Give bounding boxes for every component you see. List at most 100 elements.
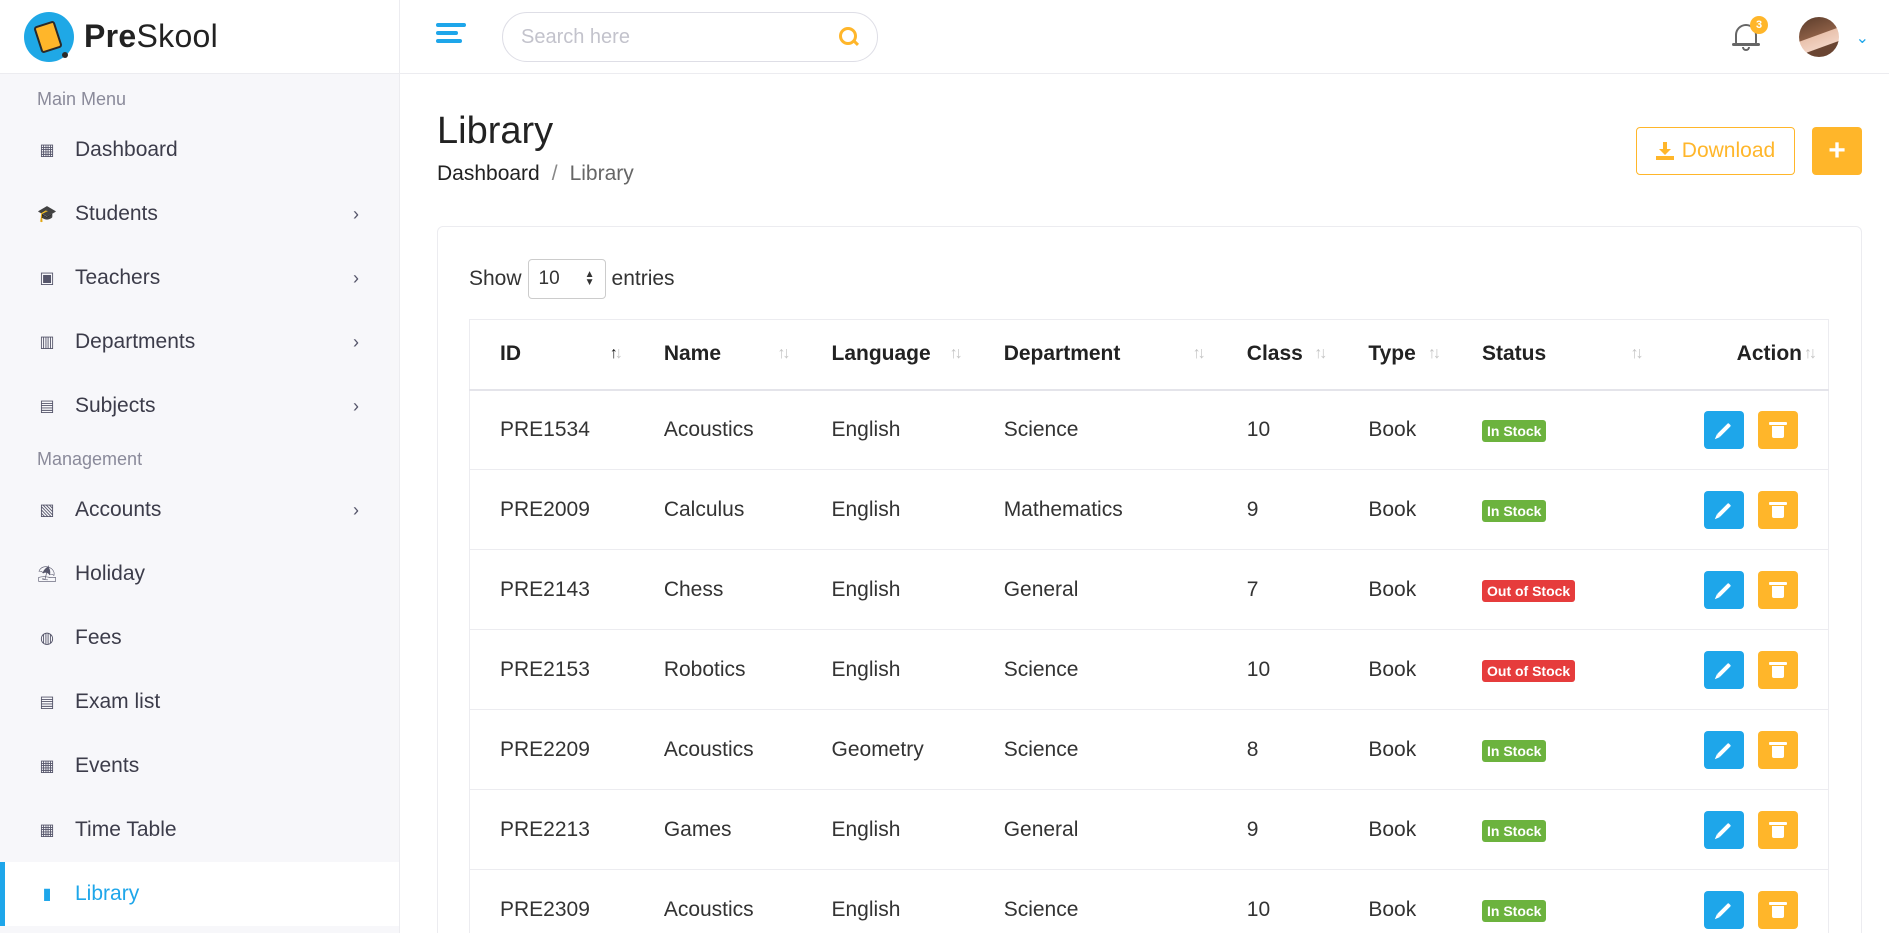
column-header-status[interactable]: Status ↑↓ xyxy=(1452,319,1655,391)
bell-icon[interactable]: 3 xyxy=(1732,16,1768,52)
status-badge: In Stock xyxy=(1482,499,1547,522)
sidebar-item-time-table[interactable]: ▦ Time Table xyxy=(0,798,399,862)
cell-name: Games xyxy=(633,789,802,870)
cell-type: Book xyxy=(1338,869,1452,933)
delete-button[interactable] xyxy=(1758,730,1798,769)
sidebar-item-students[interactable]: 🎓 Students › xyxy=(0,182,399,246)
sort-icon: ↑↓ xyxy=(1804,345,1817,362)
cell-language: Geometry xyxy=(801,709,974,790)
sidebar-item-label: Library xyxy=(75,882,140,905)
edit-button[interactable] xyxy=(1704,490,1744,529)
cell-id: PRE2009 xyxy=(469,469,634,550)
row-actions xyxy=(1685,890,1828,929)
sidebar-item-events[interactable]: ▦ Events xyxy=(0,734,399,798)
sidebar-item-teachers[interactable]: ▣ Teachers › xyxy=(0,246,399,310)
edit-button[interactable] xyxy=(1704,570,1744,609)
row-actions xyxy=(1685,810,1828,849)
cell-id: PRE2209 xyxy=(469,709,634,790)
sidebar-item-exam-list[interactable]: ▤ Exam list xyxy=(0,670,399,734)
sidebar-item-label: Accounts xyxy=(75,498,162,521)
search-input[interactable] xyxy=(521,25,839,49)
sidebar-item-subjects[interactable]: ▤ Subjects › xyxy=(0,374,399,438)
delete-button[interactable] xyxy=(1758,890,1798,929)
trash-icon xyxy=(1769,741,1787,758)
delete-button[interactable] xyxy=(1758,650,1798,689)
column-header-language[interactable]: Language ↑↓ xyxy=(801,319,974,391)
column-header-department[interactable]: Department ↑↓ xyxy=(973,319,1217,391)
column-header-action[interactable]: Action ↑↓ xyxy=(1654,319,1829,391)
fees-icon: ◍ xyxy=(40,630,54,647)
sort-icon: ↑↓ xyxy=(949,345,963,362)
sidebar-item-holiday[interactable]: ⛱ Holiday xyxy=(0,542,399,606)
edit-button[interactable] xyxy=(1704,810,1744,849)
cell-type: Book xyxy=(1338,709,1452,790)
cell-status: Out of Stock xyxy=(1452,549,1655,630)
cell-language: English xyxy=(801,869,974,933)
sidebar-item-label: Departments xyxy=(75,330,196,353)
brand[interactable]: PreSkool xyxy=(0,0,399,74)
row-actions xyxy=(1685,650,1828,689)
column-header-id[interactable]: ID ↑↓ xyxy=(469,319,634,391)
user-avatar[interactable] xyxy=(1799,17,1839,57)
add-book-button[interactable]: + xyxy=(1812,127,1862,175)
chevron-down-icon[interactable]: ⌄ xyxy=(1856,28,1869,48)
status-badge: In Stock xyxy=(1482,819,1547,842)
sidebar-item-library[interactable]: ▮ Library xyxy=(0,862,399,926)
chevron-right-icon: › xyxy=(353,331,359,352)
cell-department: Science xyxy=(973,869,1217,933)
delete-button[interactable] xyxy=(1758,810,1798,849)
breadcrumb: Dashboard / Library xyxy=(437,162,634,186)
download-button[interactable]: Download xyxy=(1636,127,1795,175)
column-header-label: Language xyxy=(831,342,931,366)
sidebar-item-fees[interactable]: ◍ Fees xyxy=(0,606,399,670)
table-row: PRE2143 Chess English General 7 Book Out of St… xyxy=(469,549,1829,630)
sidebar-item-label: Students xyxy=(75,202,158,225)
sidebar-item-dashboard[interactable]: ▦ Dashboard xyxy=(0,118,399,182)
sidebar-item-departments[interactable]: ▥ Departments › xyxy=(0,310,399,374)
column-header-class[interactable]: Class ↑↓ xyxy=(1216,319,1339,391)
table-row: PRE2213 Games English General 9 Book In Stock xyxy=(469,789,1829,870)
pencil-icon xyxy=(1716,422,1732,437)
library-book-icon: ▮ xyxy=(42,886,52,903)
delete-button[interactable] xyxy=(1758,570,1798,609)
cell-id: PRE1534 xyxy=(469,389,634,470)
delete-button[interactable] xyxy=(1758,490,1798,529)
cell-status: Out of Stock xyxy=(1452,629,1655,710)
column-header-type[interactable]: Type ↑↓ xyxy=(1338,319,1452,391)
menu-toggle-icon[interactable] xyxy=(436,23,466,51)
holiday-icon: ⛱ xyxy=(36,566,58,583)
sidebar-item-accounts[interactable]: ▧ Accounts › xyxy=(0,478,399,542)
preskool-logo-icon xyxy=(24,11,74,62)
show-label: Show xyxy=(469,267,522,290)
trash-icon xyxy=(1769,901,1787,918)
pencil-icon xyxy=(1716,822,1732,837)
cell-status: In Stock xyxy=(1452,789,1655,870)
chevron-right-icon: › xyxy=(353,395,359,416)
column-header-name[interactable]: Name ↑↓ xyxy=(633,319,802,391)
cell-department: Science xyxy=(973,629,1217,710)
edit-button[interactable] xyxy=(1704,890,1744,929)
edit-button[interactable] xyxy=(1704,730,1744,769)
sidebar-item-label: Time Table xyxy=(75,818,177,841)
breadcrumb-home-link[interactable]: Dashboard xyxy=(437,162,540,186)
cell-language: English xyxy=(801,469,974,550)
entries-select[interactable]: 10 ▲ ▼ xyxy=(527,259,606,299)
cell-action xyxy=(1654,629,1829,710)
download-button-label: Download xyxy=(1681,139,1776,162)
cell-id: PRE2213 xyxy=(469,789,634,870)
search-icon[interactable] xyxy=(839,27,859,47)
cell-id: PRE2309 xyxy=(469,869,634,933)
invoice-icon: ▧ xyxy=(39,502,55,519)
table-row: PRE1534 Acoustics English Science 10 Book In S… xyxy=(469,389,1829,470)
edit-button[interactable] xyxy=(1704,410,1744,449)
delete-button[interactable] xyxy=(1758,410,1798,449)
cell-language: English xyxy=(801,389,974,470)
top-bar: 3 ⌄ xyxy=(400,0,1889,74)
status-badge: In Stock xyxy=(1482,419,1547,442)
edit-button[interactable] xyxy=(1704,650,1744,689)
cell-action xyxy=(1654,389,1829,470)
cell-type: Book xyxy=(1338,389,1452,470)
notification-count-badge: 3 xyxy=(1750,16,1768,34)
trash-icon xyxy=(1769,501,1787,518)
brand-name: PreSkool xyxy=(84,18,219,54)
